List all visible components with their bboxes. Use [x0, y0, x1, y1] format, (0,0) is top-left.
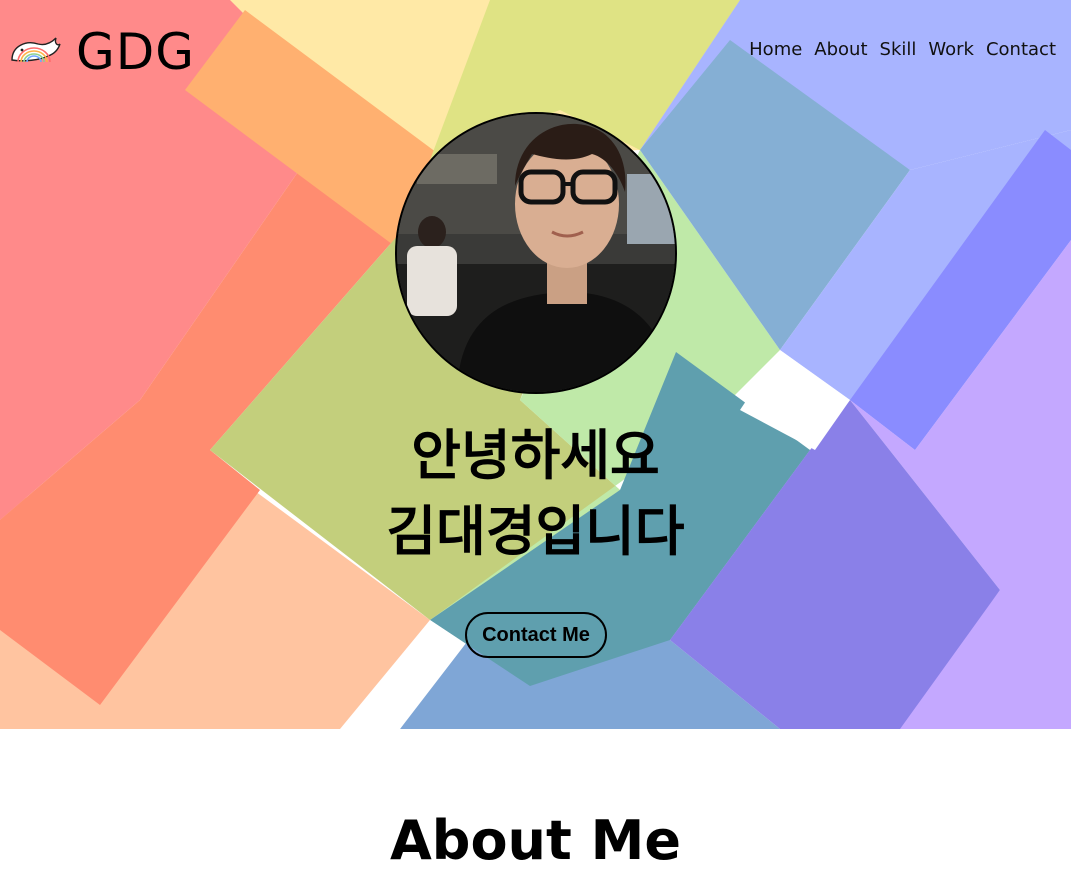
about-section-title: About Me: [390, 809, 681, 872]
contact-me-button[interactable]: Contact Me: [465, 612, 607, 658]
hero-section: GDG Home About Skill Work Contact 안녕하세요 …: [0, 0, 1071, 729]
nav-item-work[interactable]: Work: [921, 38, 979, 62]
nav-item-about[interactable]: About: [807, 38, 872, 62]
logo[interactable]: GDG: [8, 22, 195, 82]
hero-title-line1: 안녕하세요: [411, 424, 660, 487]
navbar: GDG Home About Skill Work Contact: [0, 0, 1071, 100]
profile-photo: [397, 114, 675, 392]
hero-title: 안녕하세요 김대경입니다: [0, 418, 1071, 570]
nav-item-skill[interactable]: Skill: [873, 38, 922, 62]
logo-text: GDG: [76, 23, 195, 81]
profile-avatar: [395, 112, 677, 394]
nav-item-contact[interactable]: Contact: [979, 38, 1056, 62]
rainbow-whale-icon: [11, 37, 61, 63]
nav-item-home[interactable]: Home: [749, 38, 807, 62]
hero-title-line2: 김대경입니다: [386, 500, 685, 563]
nav-menu: Home About Skill Work Contact: [749, 38, 1056, 62]
page: GDG Home About Skill Work Contact 안녕하세요 …: [0, 0, 1071, 881]
